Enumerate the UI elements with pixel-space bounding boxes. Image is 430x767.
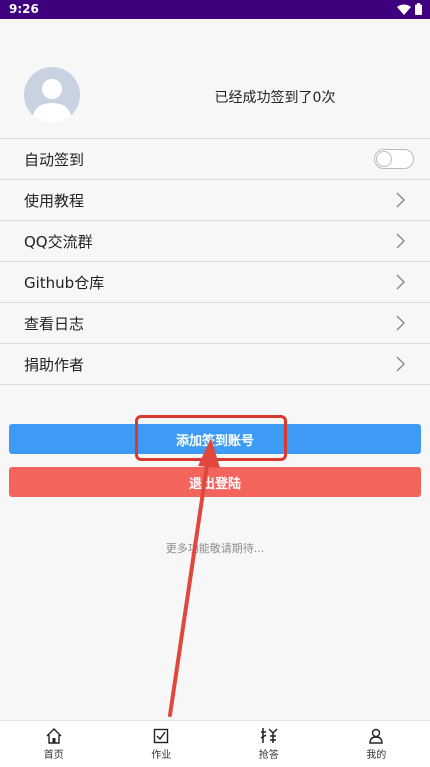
menu-item-label: QQ交流群 bbox=[24, 231, 93, 252]
chevron-right-icon bbox=[396, 192, 405, 208]
homework-icon bbox=[153, 728, 169, 744]
tab-home[interactable]: 首页 bbox=[0, 721, 108, 767]
chevron-right-icon bbox=[396, 315, 405, 331]
menu-item-auto-sign[interactable]: 自动签到 bbox=[0, 138, 430, 179]
chevron-right-icon bbox=[396, 233, 405, 249]
menu-item-label: 查看日志 bbox=[24, 313, 84, 334]
logout-button[interactable]: 退出登陆 bbox=[9, 467, 421, 497]
menu-item-label: 自动签到 bbox=[24, 149, 84, 170]
tab-label: 抢答 bbox=[259, 746, 279, 761]
avatar[interactable] bbox=[24, 67, 80, 123]
add-account-button[interactable]: 添加签到账号 bbox=[9, 424, 421, 454]
more-features-note: 更多功能敬请期待... bbox=[0, 540, 430, 556]
tab-profile[interactable]: 我的 bbox=[323, 721, 430, 767]
toggle-knob bbox=[376, 151, 392, 167]
chevron-right-icon bbox=[396, 274, 405, 290]
bottom-tab-bar: 首页 作业 抢答 我的 bbox=[0, 720, 430, 767]
status-icons bbox=[397, 3, 422, 15]
auto-sign-toggle[interactable] bbox=[374, 149, 414, 169]
tab-label: 作业 bbox=[151, 746, 171, 761]
chevron-right-icon bbox=[396, 356, 405, 372]
tab-rush-answer[interactable]: 抢答 bbox=[215, 721, 323, 767]
menu-item-qq-group[interactable]: QQ交流群 bbox=[0, 220, 430, 261]
rush-answer-icon bbox=[260, 727, 278, 744]
menu-item-label: 捐助作者 bbox=[24, 354, 84, 375]
default-avatar-icon bbox=[24, 67, 80, 123]
profile-icon bbox=[368, 728, 384, 744]
menu-item-label: Github仓库 bbox=[24, 272, 104, 293]
tab-homework[interactable]: 作业 bbox=[108, 721, 216, 767]
menu-item-label: 使用教程 bbox=[24, 190, 84, 211]
menu-item-logs[interactable]: 查看日志 bbox=[0, 302, 430, 343]
status-bar: 9:26 bbox=[0, 0, 430, 19]
wifi-icon bbox=[397, 4, 411, 15]
status-time: 9:26 bbox=[9, 2, 39, 16]
menu-item-donate[interactable]: 捐助作者 bbox=[0, 343, 430, 385]
settings-menu: 自动签到 使用教程 QQ交流群 Github仓库 查看日志 捐助作者 bbox=[0, 138, 430, 385]
battery-icon bbox=[415, 3, 422, 15]
tab-label: 首页 bbox=[44, 746, 64, 761]
menu-item-tutorial[interactable]: 使用教程 bbox=[0, 179, 430, 220]
profile-header: 已经成功签到了0次 bbox=[0, 19, 430, 138]
menu-item-github[interactable]: Github仓库 bbox=[0, 261, 430, 302]
tab-label: 我的 bbox=[366, 746, 386, 761]
sign-count-text: 已经成功签到了0次 bbox=[120, 87, 430, 107]
home-icon bbox=[45, 728, 63, 744]
